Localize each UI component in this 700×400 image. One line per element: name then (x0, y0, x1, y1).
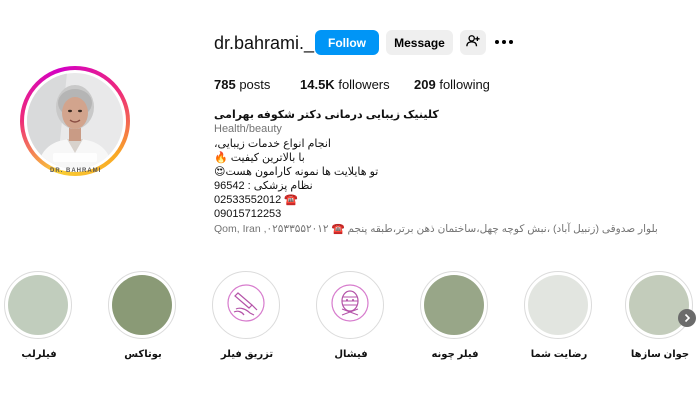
highlight-item[interactable]: تزریق فیلر (212, 271, 282, 360)
syringe-hand-icon (224, 281, 268, 330)
bio-line-1: انجام انواع خدمات زیبایی، (214, 138, 331, 150)
highlight-label: فیشال (334, 349, 368, 360)
posts-value: 785 (214, 77, 236, 92)
followers-count[interactable]: 14.5K followers (300, 77, 390, 92)
highlight-item[interactable]: بوتاکس (108, 271, 178, 360)
highlight-label: فیلرلب (21, 349, 57, 360)
bio-line-4: نظام پزشکی : 96542 (214, 180, 313, 192)
face-mask-icon (328, 281, 372, 330)
highlight-label: بوتاکس (124, 349, 162, 360)
highlight-item[interactable]: رضایت شما (524, 271, 594, 360)
bio-location[interactable]: Qom, Iran ,۰۲۵۳۳۵۵۲۰۱۲ ☎️ بلوار صدوقی (ز… (214, 222, 674, 236)
bio-phone-2: 09015712253 (214, 208, 282, 220)
posts-label: posts (239, 77, 271, 92)
followers-value: 14.5K (300, 77, 335, 92)
bio-category: Health/beauty (214, 123, 282, 135)
highlight-label: جوان سازها (630, 349, 690, 360)
highlight-label: فیلر چونه (431, 349, 479, 360)
avatar-logo-text: DR. BAHRAMI (50, 168, 102, 174)
followers-label: followers (338, 77, 390, 92)
highlight-item[interactable]: فیشال (316, 271, 386, 360)
bio-line-3: تو هایلایت ها نمونه کارامون هست😍 (214, 166, 379, 178)
follow-button[interactable]: Follow (315, 30, 379, 55)
following-count[interactable]: 209 following (414, 77, 490, 92)
more-options-icon[interactable] (495, 36, 517, 48)
bio-phone-1: 02533552012 ☎️ (214, 194, 299, 206)
bio-name: کلینیک زیبایی درمانی دکتر شکوفه بهرامی (214, 109, 439, 121)
following-value: 209 (414, 77, 436, 92)
suggest-user-button[interactable] (460, 30, 486, 55)
highlight-item[interactable]: فیلر چونه (420, 271, 490, 360)
highlight-label: رضایت شما (530, 349, 588, 360)
highlight-item[interactable]: فیلرلب (4, 271, 74, 360)
bio-line-2: با بالاترین کیفیت 🔥 (214, 152, 305, 164)
add-user-icon (466, 34, 480, 51)
username: dr.bahrami._ (214, 33, 315, 53)
message-button[interactable]: Message (386, 30, 453, 55)
following-label: following (439, 77, 490, 92)
chevron-right-icon[interactable] (678, 309, 696, 327)
highlight-item[interactable]: جوان سازها (625, 271, 695, 360)
posts-count[interactable]: 785 posts (214, 77, 270, 92)
highlight-label: تزریق فیلر (220, 349, 274, 360)
avatar-photo (27, 73, 123, 169)
profile-avatar[interactable] (20, 66, 130, 176)
